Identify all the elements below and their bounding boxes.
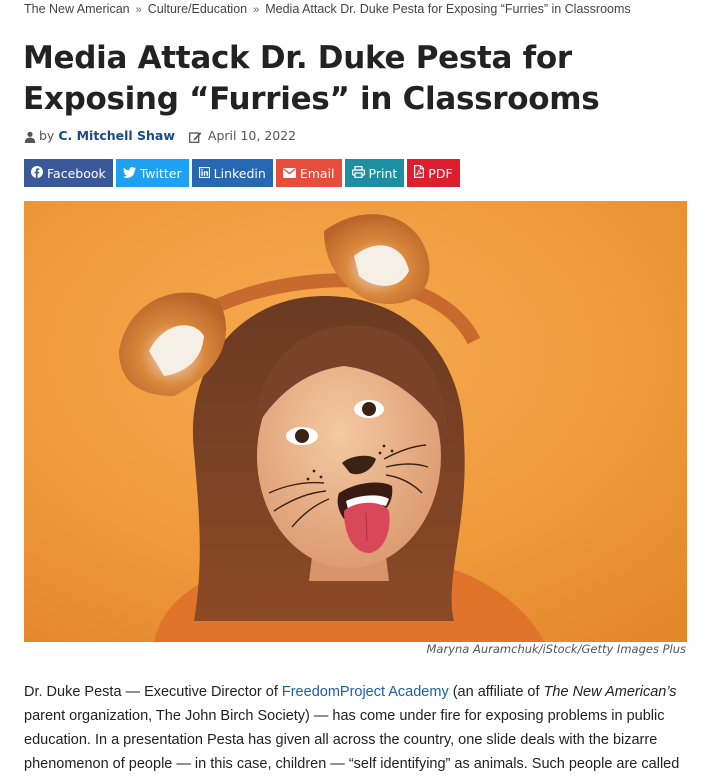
envelope-icon <box>282 166 300 181</box>
twitter-icon <box>122 166 140 181</box>
freedomproject-academy-link[interactable]: FreedomProject Academy <box>282 684 449 700</box>
body-text-segment: (an affiliate of <box>448 684 544 700</box>
email-share-button[interactable]: Email <box>275 159 342 187</box>
by-label: by <box>39 128 55 143</box>
publish-date: April 10, 2022 <box>207 128 297 143</box>
breadcrumb-separator: » <box>253 4 260 16</box>
facebook-share-button[interactable]: Facebook <box>24 159 113 187</box>
share-buttons: Facebook Twitter Linkedin Email Print PD… <box>24 159 460 187</box>
author-link[interactable]: C. Mitchell Shaw <box>58 128 175 143</box>
linkedin-icon <box>198 166 214 181</box>
pdf-button[interactable]: PDF <box>407 159 460 187</box>
linkedin-share-label: Linkedin <box>213 165 266 181</box>
facebook-icon <box>31 165 47 181</box>
linkedin-share-button[interactable]: Linkedin <box>191 159 273 187</box>
breadcrumb-current: Media Attack Dr. Duke Pesta for Exposing… <box>265 2 631 16</box>
breadcrumb-home-link[interactable]: The New American <box>24 2 130 16</box>
twitter-share-button[interactable]: Twitter <box>115 159 189 187</box>
breadcrumb-category-link[interactable]: Culture/Education <box>148 2 247 16</box>
pdf-label: PDF <box>428 165 453 181</box>
print-label: Print <box>368 165 398 181</box>
email-share-label: Email <box>299 165 335 181</box>
image-caption: Maryna Auramchuk/iStock/Getty Images Plu… <box>426 642 687 656</box>
body-text-segment: parent organization, The John Birch Soci… <box>24 708 680 772</box>
facebook-share-label: Facebook <box>47 165 106 181</box>
pdf-icon <box>414 165 428 181</box>
body-text-segment: Dr. Duke Pesta — Executive Director of <box>24 684 282 700</box>
twitter-share-label: Twitter <box>139 165 182 181</box>
hero-photo <box>24 201 687 642</box>
breadcrumb: The New American » Culture/Education » Media… <box>24 2 631 16</box>
article-hero-image <box>24 201 687 642</box>
user-icon <box>24 128 36 143</box>
article-body-paragraph: Dr. Duke Pesta — Executive Director of F… <box>24 680 696 776</box>
edit-icon <box>188 128 202 143</box>
publication-name: The New American’s <box>543 684 677 700</box>
article-meta: by C. Mitchell Shaw April 10, 2022 <box>24 128 296 143</box>
printer-icon <box>351 165 369 181</box>
article-title: Media Attack Dr. Duke Pesta for Exposing… <box>23 40 600 117</box>
print-button[interactable]: Print <box>344 159 405 187</box>
breadcrumb-separator: » <box>135 4 142 16</box>
